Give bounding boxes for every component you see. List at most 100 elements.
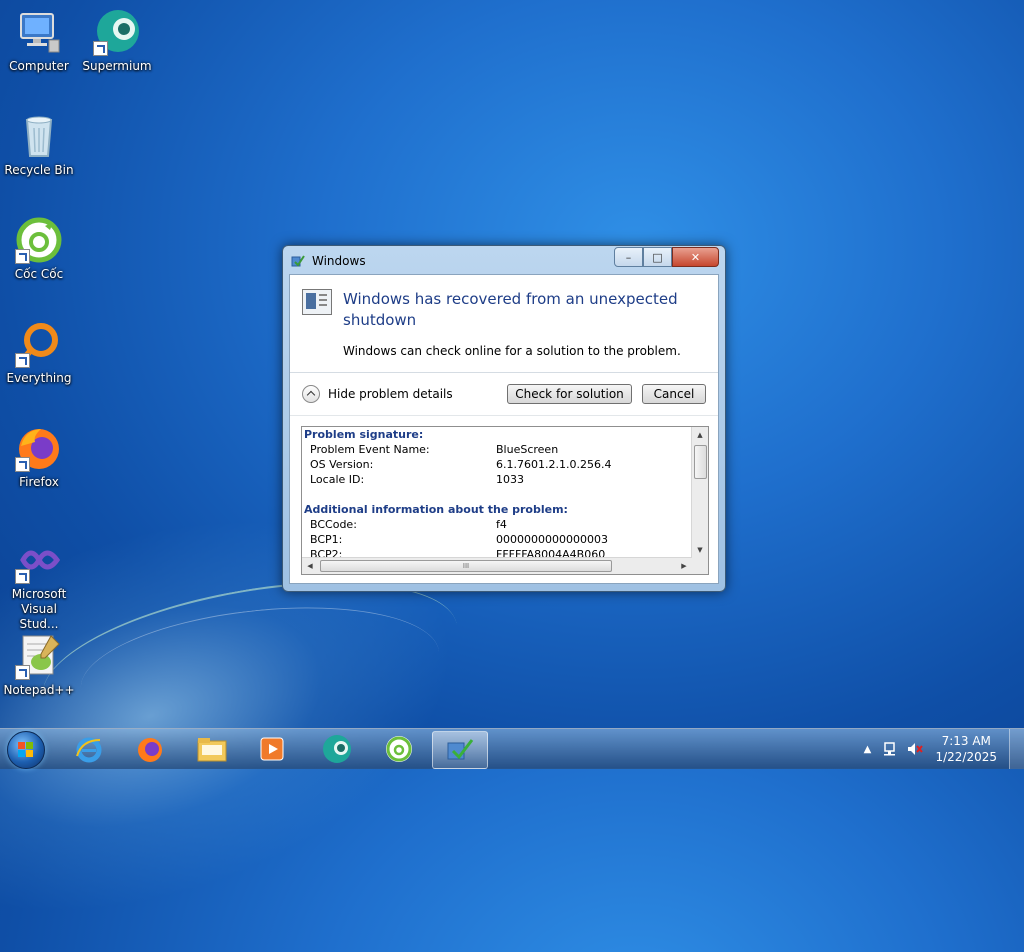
desktop-icon-label: Recycle Bin [4, 163, 74, 177]
scroll-left-arrow-icon[interactable]: ◀ [302, 558, 318, 574]
additional-info-heading: Additional information about the problem… [304, 503, 568, 516]
shortcut-arrow-icon [15, 569, 30, 584]
taskbar-coc-coc[interactable] [372, 731, 426, 767]
taskbar-supermium[interactable] [310, 731, 364, 767]
problem-details-box[interactable]: Problem signature: Problem Event Name: B… [301, 426, 709, 575]
desktop-icon-label: Supermium [82, 59, 152, 73]
vertical-scroll-thumb[interactable] [694, 445, 707, 479]
desktop-icon-label: Microsoft Visual Stud... [11, 587, 67, 631]
hide-details-toggle[interactable]: Hide problem details [302, 385, 453, 403]
desktop-icon-label: Computer [9, 59, 69, 73]
windows-logo-icon [18, 742, 34, 758]
firefox-icon [15, 424, 63, 472]
desktop-icon-notepad-plus-plus[interactable]: Notepad++ [1, 632, 77, 698]
coc-coc-icon [15, 216, 63, 264]
desktop-icon-visual-studio[interactable]: Microsoft Visual Stud... [1, 536, 77, 632]
scroll-down-arrow-icon[interactable]: ▼ [692, 542, 708, 558]
desktop-icon-supermium[interactable]: Supermium [79, 8, 155, 74]
clock-time: 7:13 AM [941, 734, 991, 748]
desktop-icon-firefox[interactable]: Firefox [1, 424, 77, 490]
signature-heading: Problem signature: [304, 428, 424, 441]
taskbar: ▲ 7:13 AM 1/22/2025 [0, 728, 1024, 769]
show-hidden-icons-chevron-icon[interactable]: ▲ [858, 740, 876, 758]
desktop-icon-label: Notepad++ [3, 683, 75, 697]
shortcut-arrow-icon [15, 665, 30, 680]
error-recovery-dialog: Windows – □ ✕ Windows has recovered from… [282, 245, 726, 592]
maximize-button[interactable]: □ [643, 247, 672, 267]
divider [290, 372, 718, 373]
hide-details-label: Hide problem details [328, 387, 453, 401]
detail-row: OS Version: 6.1.7601.2.1.0.256.4 [302, 457, 692, 472]
problem-report-icon [302, 289, 332, 315]
detail-value: 1033 [496, 473, 524, 486]
detail-row: BCP1: 0000000000000003 [302, 532, 692, 547]
detail-key: BCCode: [310, 518, 357, 531]
detail-key: Problem Event Name: [310, 443, 430, 456]
taskbar-media-player[interactable] [245, 731, 299, 767]
desktop-icon-everything[interactable]: Everything [1, 320, 77, 386]
desktop-icon-coc-coc[interactable]: Cốc Cốc [1, 216, 77, 282]
desktop-icon-label: Everything [6, 371, 72, 385]
desktop-icon-computer[interactable]: Computer [1, 8, 77, 74]
visual-studio-icon [15, 536, 63, 584]
show-desktop-button[interactable] [1009, 729, 1024, 769]
detail-value: 6.1.7601.2.1.0.256.4 [496, 458, 612, 471]
taskbar-clock[interactable]: 7:13 AM 1/22/2025 [935, 733, 997, 765]
detail-key: OS Version: [310, 458, 374, 471]
dialog-content: Windows has recovered from an unexpected… [289, 274, 719, 584]
start-button[interactable] [7, 731, 45, 769]
desktop-icon-label: Firefox [19, 475, 59, 489]
scrollbar-corner [692, 558, 708, 574]
window-controls: – □ ✕ [614, 247, 719, 267]
detail-row: Locale ID: 1033 [302, 472, 692, 487]
dialog-title: Windows [312, 254, 366, 268]
volume-muted-icon[interactable] [906, 740, 924, 758]
internet-explorer-icon [76, 737, 102, 763]
shortcut-arrow-icon [15, 249, 30, 264]
computer-icon [15, 8, 63, 56]
system-tray: ▲ 7:13 AM 1/22/2025 [855, 729, 1024, 769]
taskbar-action-center-dialog[interactable] [432, 731, 488, 769]
minimize-button[interactable]: – [614, 247, 643, 267]
dialog-titlebar[interactable]: Windows – □ ✕ [283, 246, 725, 274]
windows-check-icon [447, 739, 474, 760]
dialog-subtext: Windows can check online for a solution … [343, 344, 681, 358]
notepad-plus-plus-icon [15, 632, 63, 680]
clock-date: 1/22/2025 [935, 750, 997, 764]
horizontal-scroll-thumb[interactable]: III [320, 560, 612, 572]
firefox-icon [138, 738, 162, 762]
supermium-icon [323, 735, 351, 763]
shortcut-arrow-icon [15, 353, 30, 368]
horizontal-scrollbar[interactable]: ◀ III ▶ [302, 557, 692, 574]
folder-icon [197, 738, 227, 762]
windows-check-icon [291, 254, 305, 268]
scroll-up-arrow-icon[interactable]: ▲ [692, 427, 708, 443]
network-icon[interactable] [882, 740, 900, 758]
chevron-up-icon [302, 385, 320, 403]
taskbar-internet-explorer[interactable] [62, 731, 116, 767]
desktop-icon-label: Cốc Cốc [14, 267, 64, 281]
problem-details-text: Problem signature: Problem Event Name: B… [302, 427, 692, 558]
taskbar-file-explorer[interactable] [185, 731, 239, 767]
vertical-scrollbar[interactable]: ▲ ▼ [691, 427, 708, 558]
everything-search-icon [15, 320, 63, 368]
detail-row: BCCode: f4 [302, 517, 692, 532]
dialog-heading: Windows has recovered from an unexpected… [343, 290, 678, 329]
detail-value: BlueScreen [496, 443, 559, 456]
scroll-right-arrow-icon[interactable]: ▶ [676, 558, 692, 574]
media-player-icon [260, 737, 284, 761]
recycle-bin-icon [15, 112, 63, 160]
taskbar-firefox[interactable] [123, 731, 177, 767]
coc-coc-icon [386, 736, 412, 762]
cancel-button[interactable]: Cancel [642, 384, 706, 404]
shortcut-arrow-icon [15, 457, 30, 472]
detail-key: Locale ID: [310, 473, 365, 486]
close-button[interactable]: ✕ [672, 247, 719, 267]
shortcut-arrow-icon [93, 41, 108, 56]
divider [290, 415, 718, 416]
check-for-solution-button[interactable]: Check for solution [507, 384, 632, 404]
detail-row: Problem Event Name: BlueScreen [302, 442, 692, 457]
supermium-icon [93, 8, 141, 56]
detail-key: BCP1: [310, 533, 343, 546]
desktop-icon-recycle-bin[interactable]: Recycle Bin [1, 112, 77, 178]
